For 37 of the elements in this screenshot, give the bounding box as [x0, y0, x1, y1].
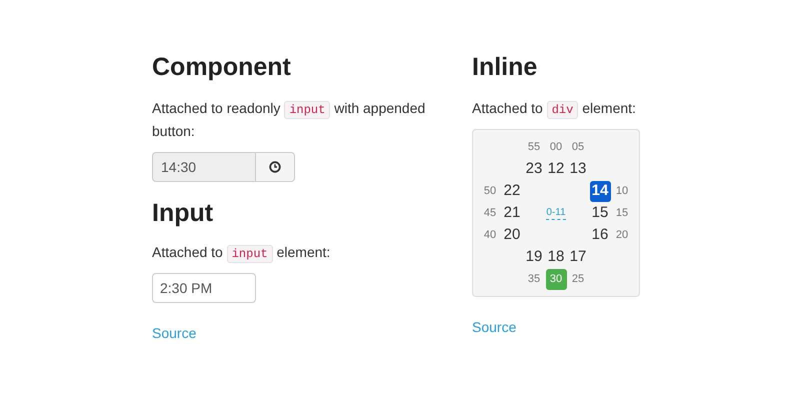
hour-option[interactable]: 16 — [590, 224, 610, 246]
source-link[interactable]: Source — [472, 317, 516, 338]
minute-option[interactable]: 20 — [614, 226, 630, 244]
minute-option[interactable]: 30 — [546, 268, 566, 290]
source-link[interactable]: Source — [152, 323, 196, 344]
clock-button[interactable] — [256, 152, 295, 182]
minute-option[interactable]: 55 — [526, 138, 542, 156]
hour-option[interactable]: 12 — [546, 158, 566, 180]
hour-option[interactable]: 23 — [524, 158, 544, 180]
hour-option[interactable]: 13 — [568, 158, 588, 180]
minute-option[interactable]: 45 — [482, 204, 498, 222]
description: Attached to div element: — [472, 99, 637, 121]
minute-option[interactable]: 35 — [526, 270, 542, 288]
minute-option[interactable]: 10 — [614, 182, 630, 200]
description: Attached to input element: — [152, 243, 332, 265]
minute-option[interactable]: 25 — [570, 270, 586, 288]
minute-option[interactable]: 05 — [570, 138, 586, 156]
section-heading: Inline — [472, 52, 538, 82]
description: Attached to readonly input with appended button: — [152, 99, 426, 141]
minute-option[interactable]: 40 — [482, 226, 498, 244]
hour-option[interactable]: 18 — [546, 246, 566, 268]
hour-option[interactable]: 21 — [502, 202, 522, 224]
clock-icon — [269, 161, 281, 173]
hour-option[interactable]: 19 — [524, 246, 544, 268]
section-heading: Component — [152, 52, 292, 82]
hour-option[interactable]: 22 — [502, 180, 522, 202]
section-heading: Input — [152, 198, 214, 228]
minute-option[interactable]: 15 — [614, 204, 630, 222]
time-field[interactable]: 2:30 PM — [152, 273, 256, 303]
am-pm-toggle[interactable]: 0-11 — [546, 206, 566, 220]
hour-option[interactable]: 20 — [502, 224, 522, 246]
time-field[interactable]: 14:30 — [152, 152, 256, 182]
minute-option[interactable]: 50 — [482, 182, 498, 200]
hour-option[interactable]: 17 — [568, 246, 588, 268]
minute-option[interactable]: 00 — [548, 138, 564, 156]
hour-option[interactable]: 14 — [590, 180, 610, 202]
hour-option[interactable]: 15 — [590, 202, 610, 224]
